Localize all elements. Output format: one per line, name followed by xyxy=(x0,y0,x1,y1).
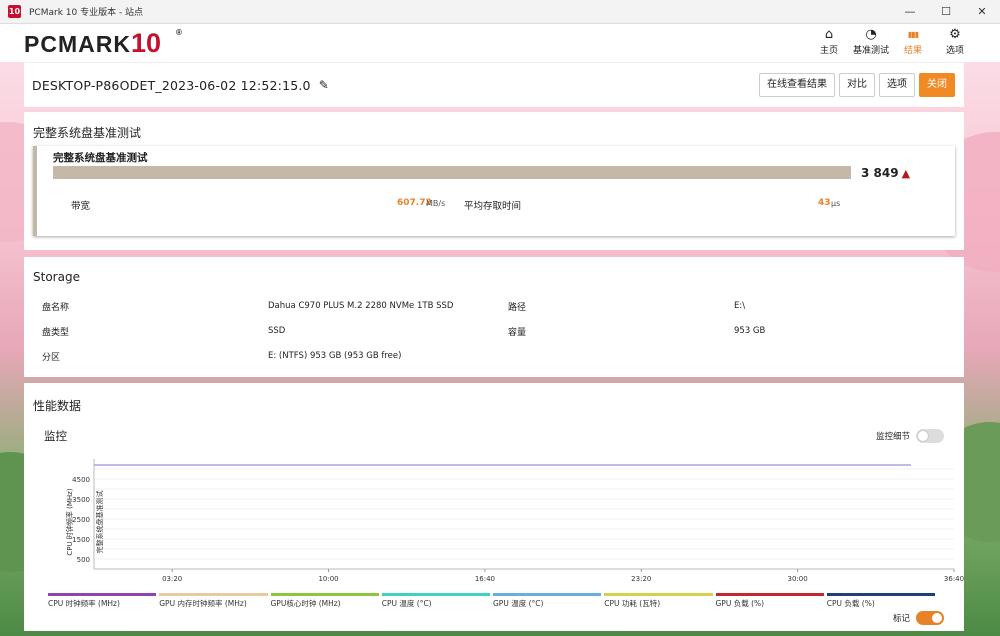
storage-value: SSD xyxy=(268,326,286,336)
window-title-bar: 10 PCMark 10 专业版本 - 站点 — ☐ ✕ xyxy=(0,0,1000,24)
pcmark-logo: PCMARK10 ® xyxy=(24,27,183,58)
legend-item[interactable]: CPU 负载 (%) xyxy=(826,593,935,609)
bandwidth-label: 带宽 xyxy=(71,201,91,212)
legend-item[interactable]: GPU 内存时钟频率 (MHz) xyxy=(159,593,268,609)
nav-options[interactable]: ⚙ 选项 xyxy=(934,24,976,62)
home-icon: ⌂ xyxy=(824,27,834,42)
options-button[interactable]: 选项 xyxy=(879,73,915,97)
x-tick-label: 10:00 xyxy=(318,575,338,583)
legend-item[interactable]: CPU 温度 (°C) xyxy=(381,593,490,609)
bar-chart-icon: ▮▮▮ xyxy=(907,30,919,39)
monitor-chart: 500 1500 2500 3500 4500 03:20 10:00 16:40 23:20 3… xyxy=(65,459,964,583)
main-nav: ⌂ 主页 ◔ 基准测试 ▮▮▮ 结果 ⚙ 选项 xyxy=(808,24,976,62)
y-tick-label: 500 xyxy=(77,556,90,564)
storage-panel: Storage 盘名称 Dahua C970 PLUS M.2 2280 NVM… xyxy=(24,257,964,377)
scrollbar[interactable] xyxy=(980,62,988,632)
access-time-label: 平均存取时间 xyxy=(464,201,522,212)
edit-icon[interactable]: ✎ xyxy=(319,78,329,92)
toggle-switch-on[interactable] xyxy=(916,611,944,625)
legend-item[interactable]: CPU 时钟频率 (MHz) xyxy=(48,593,157,609)
nav-home[interactable]: ⌂ 主页 xyxy=(808,24,850,62)
chart-legend: CPU 时钟频率 (MHz) GPU 内存时钟频率 (MHz) GPU核心时钟 (M… xyxy=(48,593,938,609)
storage-key: 路径 xyxy=(508,303,527,313)
warning-icon[interactable]: ▲ xyxy=(902,167,910,180)
legend-item[interactable]: GPU 负载 (%) xyxy=(715,593,824,609)
legend-item[interactable]: CPU 功耗 (瓦特) xyxy=(604,593,713,609)
marker-toggle[interactable]: 标记 xyxy=(893,611,944,625)
result-title: DESKTOP-P86ODET_2023-06-02 12:52:15.0 xyxy=(32,77,311,93)
x-tick-label: 16:40 xyxy=(475,575,495,583)
benchmark-card: 完整系统盘基准测试 3 849 ▲ 带宽 607.72 MB/s 平均存取时间 4… xyxy=(33,146,955,236)
storage-title: Storage xyxy=(33,270,80,284)
score-value: 3 849 ▲ xyxy=(861,166,911,180)
perf-title: 性能数据 xyxy=(33,399,82,413)
x-tick-label: 03:20 xyxy=(162,575,182,583)
storage-key: 盘名称 xyxy=(42,303,70,313)
app-icon: 10 xyxy=(8,5,21,18)
result-header-panel: DESKTOP-P86ODET_2023-06-02 12:52:15.0 ✎ … xyxy=(24,62,964,107)
monitor-detail-toggle[interactable]: 监控细节 xyxy=(876,429,944,443)
toggle-switch-off[interactable] xyxy=(916,429,944,443)
nav-results[interactable]: ▮▮▮ 结果 xyxy=(892,24,934,62)
benchmark-panel: 完整系统盘基准测试 完整系统盘基准测试 3 849 ▲ 带宽 607.72 MB/… xyxy=(24,112,964,250)
storage-key: 分区 xyxy=(42,353,61,363)
gear-icon: ⚙ xyxy=(949,27,961,42)
legend-item[interactable]: GPU 温度 (°C) xyxy=(493,593,602,609)
close-result-button[interactable]: 关闭 xyxy=(919,73,955,97)
gauge-icon: ◔ xyxy=(865,27,877,42)
y-tick-label: 3500 xyxy=(72,496,90,504)
access-time-value: 43 xyxy=(818,198,831,208)
storage-value: E:\ xyxy=(734,301,746,311)
compare-button[interactable]: 对比 xyxy=(839,73,875,97)
y-tick-label: 2500 xyxy=(72,516,90,524)
storage-key: 盘类型 xyxy=(42,328,70,338)
storage-value: Dahua C970 PLUS M.2 2280 NVMe 1TB SSD xyxy=(268,301,454,311)
window-title: PCMark 10 专业版本 - 站点 xyxy=(29,8,144,18)
y-axis-label: CPU 时钟频率 (MHz) xyxy=(65,488,74,555)
storage-value: 953 GB xyxy=(734,326,766,336)
view-online-button[interactable]: 在线查看结果 xyxy=(759,73,835,97)
x-tick-label: 23:20 xyxy=(631,575,651,583)
maximize-button[interactable]: ☐ xyxy=(928,0,964,24)
access-time-unit: μs xyxy=(831,199,841,208)
app-header: PCMARK10 ® ⌂ 主页 ◔ 基准测试 ▮▮▮ 结果 ⚙ 选项 xyxy=(0,24,1000,62)
bandwidth-unit: MB/s xyxy=(426,199,446,208)
section-title: 完整系统盘基准测试 xyxy=(33,126,142,140)
storage-value: E: (NTFS) 953 GB (953 GB free) xyxy=(268,351,402,361)
y-tick-label: 1500 xyxy=(72,536,90,544)
score-bar xyxy=(53,166,851,179)
storage-key: 容量 xyxy=(508,328,527,338)
monitor-title: 监控 xyxy=(44,429,67,443)
x-tick-label: 36:40 xyxy=(944,575,964,583)
legend-item[interactable]: GPU核心时钟 (MHz) xyxy=(270,593,379,609)
performance-panel: 性能数据 监控 监控细节 500 1500 2500 3500 4500 03:20 10:… xyxy=(24,383,964,631)
y-tick-label: 4500 xyxy=(72,476,90,484)
x-tick-label: 30:00 xyxy=(788,575,808,583)
benchmark-marker-label: 完整系统盘基准测试 xyxy=(95,491,104,554)
nav-benchmarks[interactable]: ◔ 基准测试 xyxy=(850,24,892,62)
minimize-button[interactable]: — xyxy=(892,0,928,24)
card-title: 完整系统盘基准测试 xyxy=(53,152,148,164)
close-window-button[interactable]: ✕ xyxy=(964,0,1000,24)
